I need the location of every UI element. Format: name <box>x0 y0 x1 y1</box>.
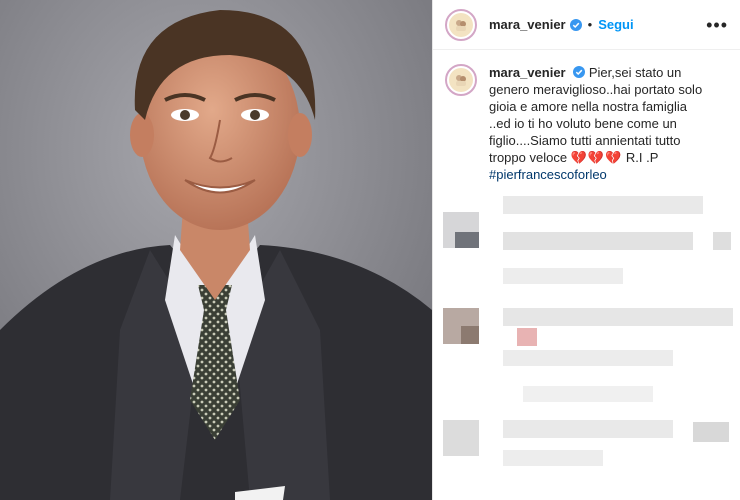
blurred-comment-line <box>503 268 623 284</box>
caption-hashtag-link[interactable]: #pierfrancescoforleo <box>489 167 607 182</box>
portrait-image <box>0 0 432 500</box>
blurred-comment-line <box>713 232 731 250</box>
blurred-comment-avatar <box>443 420 479 456</box>
caption-avatar[interactable] <box>445 64 477 96</box>
blurred-comment-line <box>523 386 653 402</box>
blurred-comment-avatar-part <box>455 232 479 248</box>
blurred-comment-line <box>693 422 729 442</box>
more-options-icon[interactable]: ••• <box>706 16 728 34</box>
blurred-comment-line <box>503 420 673 438</box>
post-username[interactable]: mara_venier <box>489 17 566 32</box>
separator-dot: • <box>587 17 593 32</box>
caption-username[interactable]: mara_venier <box>489 65 566 80</box>
blurred-comment-line <box>503 450 603 466</box>
avatar[interactable] <box>445 8 477 41</box>
blurred-comment-line <box>517 328 537 346</box>
post-side-panel: mara_venier • Segui ••• mara_venier Pier… <box>432 0 740 500</box>
caption-rip: R.I .P <box>625 150 659 165</box>
blurred-comment-line <box>503 232 693 250</box>
verified-badge-icon <box>569 18 582 31</box>
caption-verified-badge-icon <box>573 66 586 78</box>
broken-hearts-emoji: 💔💔💔 <box>570 150 623 165</box>
caption-avatar-image <box>449 68 473 92</box>
blurred-comment-line <box>503 196 703 214</box>
blurred-comment-line <box>503 350 673 366</box>
follow-button[interactable]: Segui <box>598 17 633 32</box>
blurred-comment-avatar-part <box>461 326 479 344</box>
caption-text-block: mara_venier Pier,sei stato un genero mer… <box>489 64 709 183</box>
blurred-comment-line <box>503 308 733 326</box>
avatar-image <box>449 12 473 37</box>
post-header: mara_venier • Segui ••• <box>433 0 740 50</box>
caption-row: mara_venier Pier,sei stato un genero mer… <box>433 50 740 183</box>
post-photo[interactable] <box>0 0 432 500</box>
